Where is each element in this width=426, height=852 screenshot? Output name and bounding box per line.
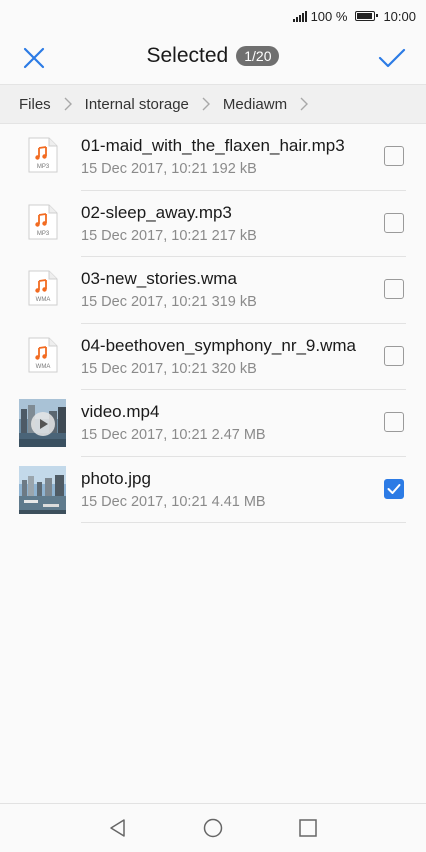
file-name: photo.jpg <box>81 468 151 488</box>
file-name: 02-sleep_away.mp3 <box>81 202 232 222</box>
divider <box>81 522 406 523</box>
signal-icon <box>292 10 307 22</box>
select-checkbox[interactable] <box>384 279 404 299</box>
selection-header: Selected 1/20 <box>0 32 426 84</box>
file-list: MP3 01-maid_with_the_flaxen_hair.mp3 15 … <box>0 124 426 523</box>
file-row[interactable]: photo.jpg 15 Dec 2017, 10:21 4.41 MB <box>0 457 426 523</box>
file-row[interactable]: MP3 02-sleep_away.mp3 15 Dec 2017, 10:21… <box>0 191 426 257</box>
checkmark-icon <box>378 48 406 68</box>
chevron-right-icon <box>300 97 309 111</box>
music-file-icon: MP3 <box>28 204 58 239</box>
select-checkbox[interactable] <box>384 345 404 366</box>
recents-button[interactable] <box>297 817 319 839</box>
clock: 10:00 <box>383 8 416 24</box>
home-button[interactable] <box>202 817 224 839</box>
select-checkbox[interactable] <box>384 412 404 432</box>
back-button[interactable] <box>107 817 129 839</box>
select-checkbox[interactable] <box>384 212 404 233</box>
status-indicators: 100 % 10:00 <box>292 7 416 25</box>
breadcrumb: Files Internal storage Mediawm <box>0 84 426 124</box>
video-thumbnail <box>19 399 66 447</box>
breadcrumb-internal-storage[interactable]: Internal storage <box>85 96 189 113</box>
photo-thumbnail <box>19 465 66 514</box>
file-name: 04-beethoven_symphony_nr_9.wma <box>81 335 357 355</box>
music-file-icon: MP3 <box>28 137 58 173</box>
breadcrumb-mediawm[interactable]: Mediawm <box>223 96 287 113</box>
confirm-button[interactable] <box>376 42 408 74</box>
status-bar: 100 % 10:00 <box>0 0 426 32</box>
breadcrumb-files[interactable]: Files <box>19 96 51 113</box>
back-triangle-icon <box>110 819 125 837</box>
file-row[interactable]: WMA 04-beethoven_symphony_nr_9.wma 15 De… <box>0 324 426 390</box>
file-row[interactable]: video.mp4 15 Dec 2017, 10:21 2.47 MB <box>0 390 426 457</box>
file-type-label: WMA <box>36 364 51 370</box>
play-icon <box>31 412 55 436</box>
checkmark-icon <box>387 483 401 494</box>
file-name: video.mp4 <box>81 402 160 421</box>
file-row[interactable]: WMA 03-new_stories.wma 15 Dec 2017, 10:2… <box>0 257 426 324</box>
file-meta: 15 Dec 2017, 10:21 4.41 MB <box>81 493 266 510</box>
title-group: Selected 1/20 <box>0 44 426 68</box>
chevron-right-icon <box>64 97 72 111</box>
battery-percentage: 100 % <box>310 8 348 24</box>
music-file-icon: WMA <box>28 270 58 306</box>
select-checkbox-checked[interactable] <box>384 478 404 499</box>
home-circle-icon <box>203 818 223 838</box>
selection-count-badge: 1/20 <box>236 46 280 66</box>
file-meta: 15 Dec 2017, 10:21 320 kB <box>81 360 257 377</box>
file-row[interactable]: MP3 01-maid_with_the_flaxen_hair.mp3 15 … <box>0 124 426 191</box>
file-name: 03-new_stories.wma <box>81 269 237 288</box>
file-type-label: MP3 <box>37 231 50 237</box>
file-type-label: MP3 <box>37 164 50 170</box>
file-name: 01-maid_with_the_flaxen_hair.mp3 <box>81 136 345 155</box>
file-meta: 15 Dec 2017, 10:21 192 kB <box>81 161 257 177</box>
select-checkbox[interactable] <box>384 146 404 166</box>
chevron-right-icon <box>202 97 210 111</box>
file-meta: 15 Dec 2017, 10:21 319 kB <box>81 294 257 310</box>
music-file-icon: WMA <box>28 337 58 372</box>
file-type-label: WMA <box>36 297 51 303</box>
file-meta: 15 Dec 2017, 10:21 217 kB <box>81 227 257 244</box>
battery-icon <box>355 11 379 21</box>
system-navigation-bar <box>0 803 426 852</box>
recents-square-icon <box>299 819 317 837</box>
page-title: Selected <box>146 44 229 67</box>
file-meta: 15 Dec 2017, 10:21 2.47 MB <box>81 427 266 443</box>
